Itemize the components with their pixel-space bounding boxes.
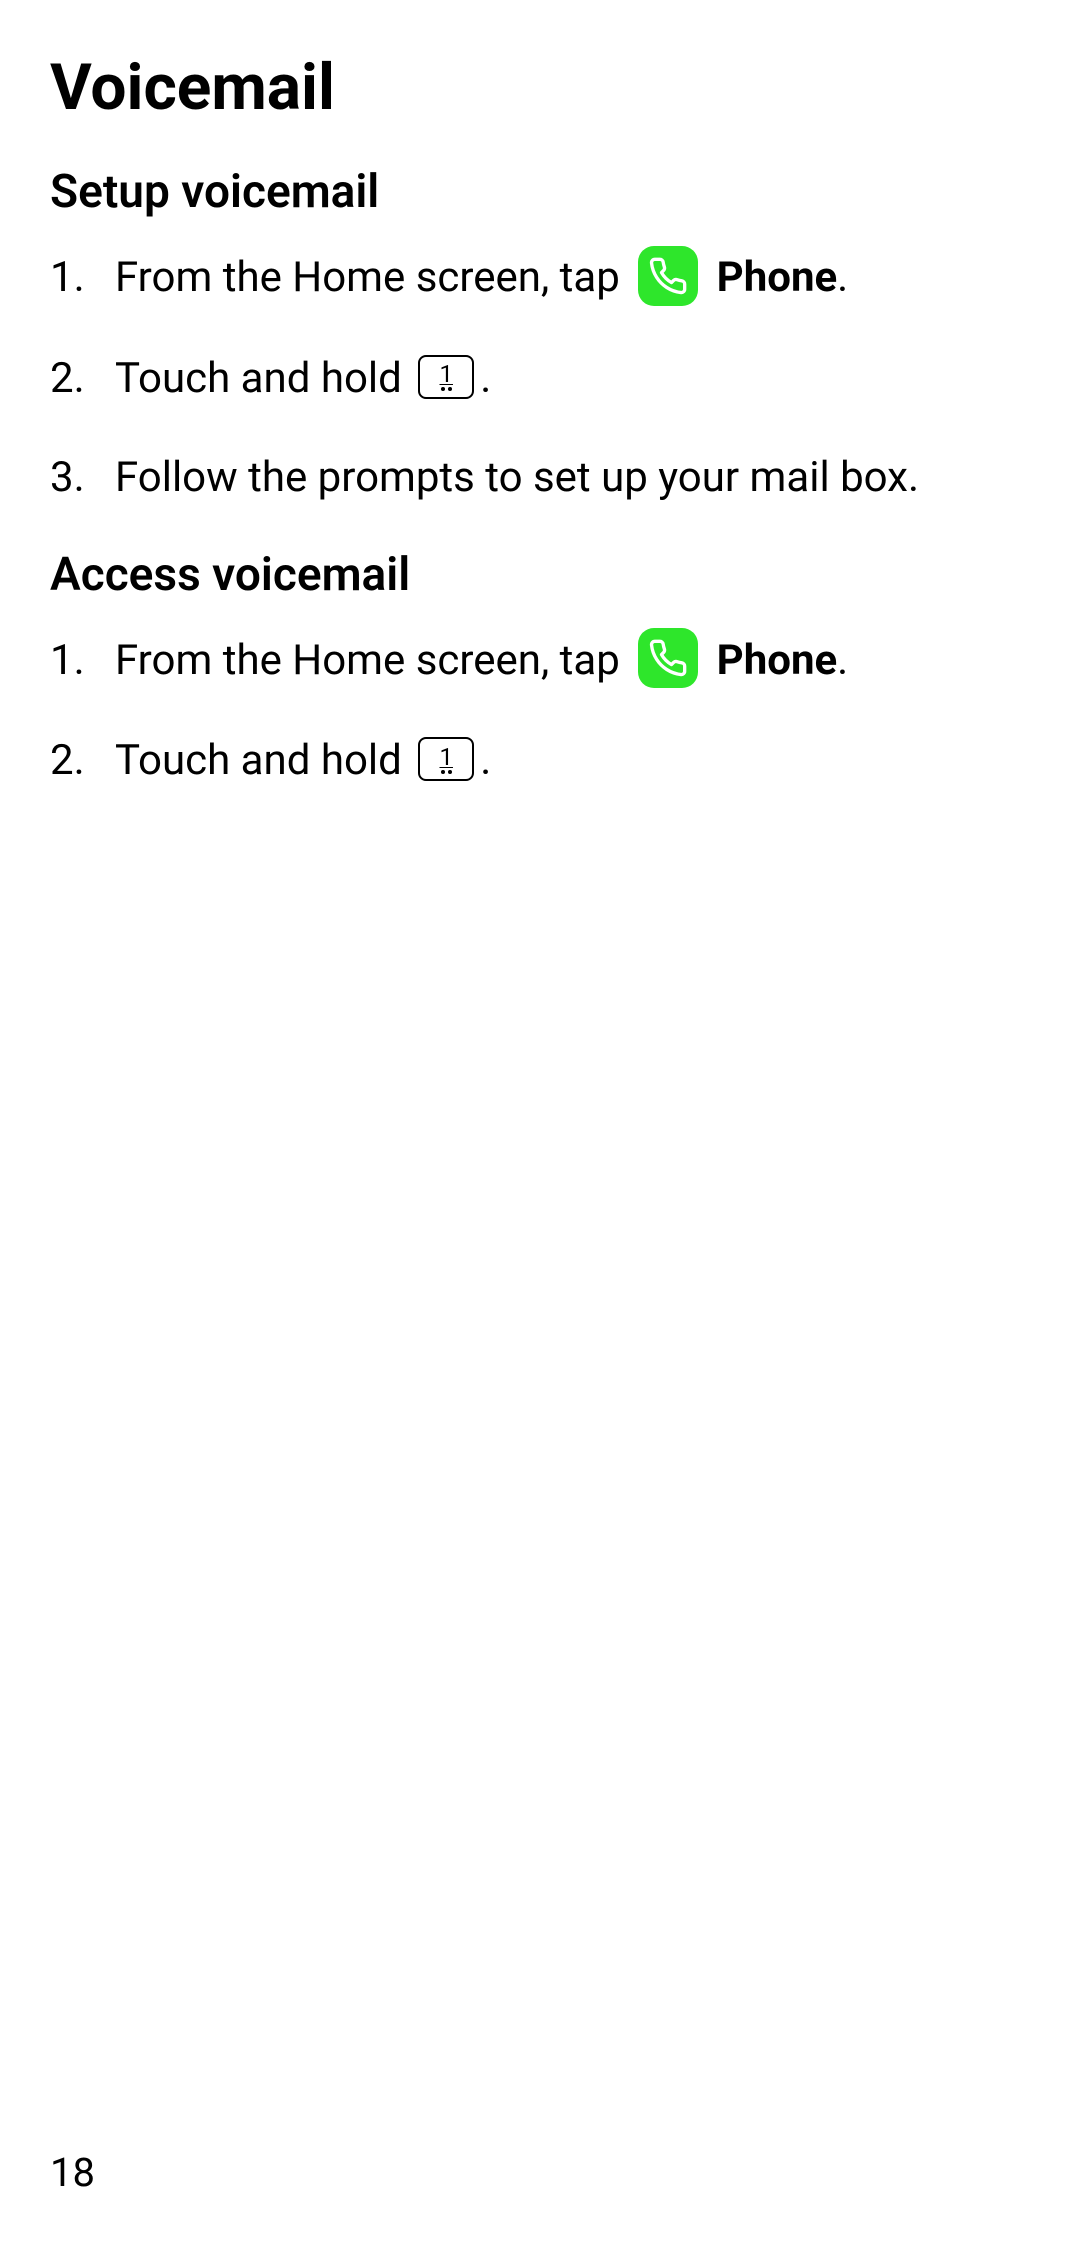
setup-step-3: Follow the prompts to set up your mail b…	[50, 449, 1030, 508]
setup-steps-list: From the Home screen, tap Phone. Touch a…	[50, 249, 1030, 508]
section-title-access: Access voicemail	[50, 548, 1030, 602]
keypad-1-icon: 1	[418, 737, 474, 781]
step-suffix: .	[837, 636, 848, 685]
section-title-setup: Setup voicemail	[50, 165, 1030, 219]
step-text: From the Home screen, tap	[115, 253, 630, 302]
page-title: Voicemail	[50, 50, 1030, 125]
access-steps-list: From the Home screen, tap Phone. Touch a…	[50, 632, 1030, 792]
step-text: Touch and hold	[115, 354, 412, 403]
step-suffix: .	[480, 736, 491, 785]
phone-label: Phone	[717, 253, 838, 302]
step-text: Follow the prompts to set up your mail b…	[115, 453, 919, 502]
voicemail-dots-icon	[441, 770, 452, 774]
key-number: 1	[439, 745, 453, 769]
page-number: 18	[50, 2149, 95, 2196]
step-suffix: .	[480, 354, 491, 403]
key-number: 1	[439, 362, 453, 386]
step-suffix: .	[837, 253, 848, 302]
access-step-2: Touch and hold 1 .	[50, 732, 1030, 791]
phone-icon	[638, 628, 698, 688]
keypad-1-icon: 1	[418, 355, 474, 399]
setup-step-2: Touch and hold 1 .	[50, 350, 1030, 409]
phone-label: Phone	[717, 636, 838, 685]
voicemail-dots-icon	[441, 387, 452, 391]
step-text: Touch and hold	[115, 736, 412, 785]
setup-step-1: From the Home screen, tap Phone.	[50, 249, 1030, 310]
access-step-1: From the Home screen, tap Phone.	[50, 632, 1030, 693]
step-text: From the Home screen, tap	[115, 636, 630, 685]
phone-icon	[638, 246, 698, 306]
